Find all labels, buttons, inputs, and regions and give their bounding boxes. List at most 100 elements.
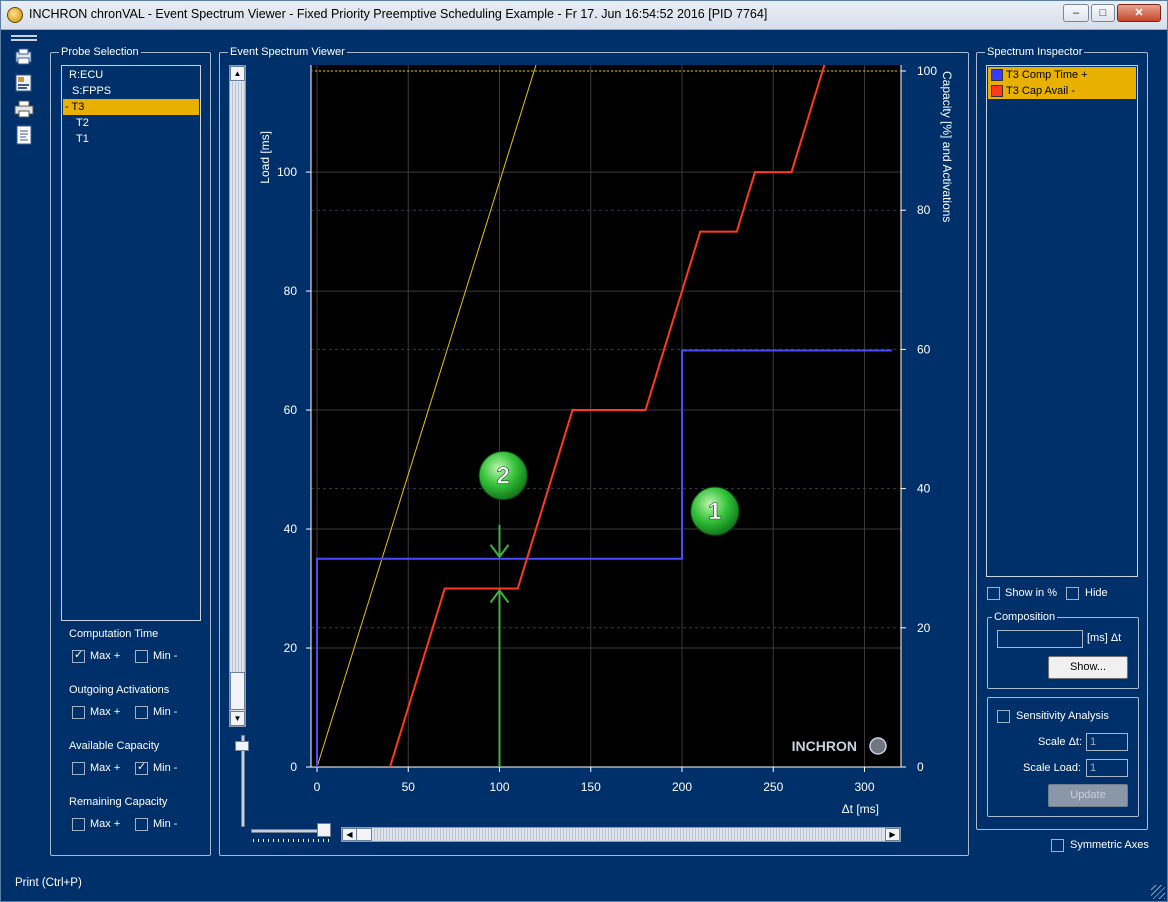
y-right-tick-label: 100 (917, 64, 937, 78)
maximize-button[interactable]: □ (1091, 4, 1115, 22)
outgoing-activations-min-checkbox[interactable] (135, 706, 148, 719)
status-bar-text: Print (Ctrl+P) (15, 877, 82, 889)
y-axis-left-label: Load [ms] (258, 131, 272, 184)
close-button[interactable]: ✕ (1117, 4, 1161, 22)
print-preview-button[interactable] (13, 47, 35, 67)
show-in-percent-label: Show in % (1005, 587, 1057, 599)
series-swatch-icon (991, 85, 1003, 97)
hide-label: Hide (1085, 587, 1108, 599)
report-icon (16, 125, 32, 145)
x-tick-label: 250 (763, 780, 783, 794)
y-left-tick-label: 0 (290, 760, 297, 774)
horizontal-zoom-handle[interactable] (317, 823, 331, 837)
available-capacity-min-checkbox[interactable]: ✓ (135, 761, 148, 775)
scale-dt-label: Scale Δt: (1038, 736, 1083, 748)
computation-time-min-checkbox[interactable] (135, 650, 148, 663)
y-right-tick-label: 60 (917, 342, 931, 356)
computation-time-max-checkbox[interactable]: ✓ (72, 649, 85, 663)
composition-title: Composition (992, 610, 1058, 624)
check-icon: ✓ (74, 649, 84, 661)
scale-dt-input[interactable]: 1 (1086, 733, 1128, 751)
probe-item-t1[interactable]: T1 (63, 131, 199, 147)
outgoing-activations-max-checkbox[interactable] (72, 706, 85, 719)
composition-unit-label: [ms] Δt (1087, 632, 1122, 644)
scale-load-input[interactable]: 1 (1086, 759, 1128, 777)
horizontal-scroll-thumb[interactable] (356, 828, 372, 841)
printer-icon (14, 100, 34, 118)
resize-grip[interactable] (1151, 885, 1165, 899)
x-tick-label: 50 (402, 780, 416, 794)
inspector-item-label: T3 Comp Time + (1006, 69, 1088, 81)
app-window: INCHRON chronVAL - Event Spectrum Viewer… (0, 0, 1168, 902)
inspector-item-comp-time[interactable]: T3 Comp Time + (988, 67, 1136, 83)
show-composition-button[interactable]: Show... (1048, 656, 1128, 679)
show-in-percent-checkbox[interactable] (987, 587, 1000, 600)
remaining-capacity-label: Remaining Capacity (69, 796, 168, 808)
print-button[interactable] (13, 99, 35, 119)
export-button[interactable] (13, 73, 35, 93)
computation-time-max-label: Max + (90, 650, 121, 662)
available-capacity-min-label: Min - (153, 762, 178, 774)
inspector-item-cap-avail[interactable]: T3 Cap Avail - (988, 83, 1136, 99)
scroll-left-arrow-icon[interactable]: ◀ (342, 828, 357, 841)
scale-load-label: Scale Load: (1023, 762, 1082, 774)
scroll-right-arrow-icon[interactable]: ▶ (885, 828, 900, 841)
available-capacity-max-checkbox[interactable] (72, 762, 85, 775)
x-tick-label: 300 (854, 780, 874, 794)
title-bar: INCHRON chronVAL - Event Spectrum Viewer… (1, 1, 1167, 30)
inspector-list[interactable]: T3 Comp Time + T3 Cap Avail - (986, 65, 1138, 577)
y-left-tick-label: 100 (277, 165, 297, 179)
vertical-scroll-thumb[interactable] (230, 672, 245, 710)
scroll-up-arrow-icon[interactable]: ▲ (230, 66, 245, 81)
y-left-tick-label: 20 (284, 641, 298, 655)
composition-input[interactable] (997, 630, 1083, 648)
probe-selection-title: Probe Selection (59, 45, 141, 59)
plot-area (311, 65, 901, 767)
check-icon: ✓ (137, 761, 147, 773)
probe-item-t2[interactable]: T2 (63, 115, 199, 131)
inspector-item-label: T3 Cap Avail - (1006, 85, 1075, 97)
app-logo-icon (7, 7, 23, 23)
export-icon (15, 74, 32, 92)
probe-item-t3[interactable]: - T3 (63, 99, 199, 115)
scroll-down-arrow-icon[interactable]: ▼ (230, 711, 245, 726)
report-button[interactable] (13, 125, 35, 145)
remaining-capacity-max-label: Max + (90, 818, 121, 830)
x-tick-label: 0 (314, 780, 321, 794)
x-tick-label: 100 (489, 780, 509, 794)
horizontal-scroll-track[interactable] (372, 828, 884, 841)
y-axis-right-label: Capacity [%] and Activations (940, 71, 954, 222)
update-button[interactable]: Update (1048, 784, 1128, 807)
x-tick-label: 200 (672, 780, 692, 794)
y-right-tick-label: 40 (917, 482, 931, 496)
outgoing-activations-label: Outgoing Activations (69, 684, 170, 696)
horizontal-zoom-ticks (253, 839, 329, 842)
window-title: INCHRON chronVAL - Event Spectrum Viewer… (29, 7, 768, 21)
computation-time-label: Computation Time (69, 628, 159, 640)
y-right-tick-label: 20 (917, 621, 931, 635)
hide-checkbox[interactable] (1066, 587, 1079, 600)
print-preview-icon (15, 48, 32, 65)
x-tick-label: 150 (581, 780, 601, 794)
horizontal-scrollbar[interactable]: ◀ ▶ (341, 827, 901, 842)
event-spectrum-viewer-title: Event Spectrum Viewer (228, 45, 347, 59)
remaining-capacity-max-checkbox[interactable] (72, 818, 85, 831)
probe-item-sfpps[interactable]: S:FPPS (63, 83, 199, 99)
available-capacity-max-label: Max + (90, 762, 121, 774)
y-right-tick-label: 80 (917, 203, 931, 217)
vertical-scroll-track[interactable] (230, 82, 245, 672)
y-left-tick-label: 60 (284, 403, 298, 417)
probe-item-recu[interactable]: R:ECU (63, 67, 199, 83)
outgoing-activations-max-label: Max + (90, 706, 121, 718)
y-left-tick-label: 40 (284, 522, 298, 536)
spectrum-inspector-title: Spectrum Inspector (985, 45, 1085, 59)
symmetric-axes-checkbox[interactable] (1051, 839, 1064, 852)
toolbar-grip (11, 35, 37, 41)
sensitivity-analysis-checkbox[interactable] (997, 710, 1010, 723)
probe-list[interactable]: R:ECU S:FPPS - T3 T2 T1 (61, 65, 201, 621)
y-right-tick-label: 0 (917, 760, 924, 774)
sensitivity-analysis-label: Sensitivity Analysis (1016, 710, 1109, 722)
vertical-scrollbar[interactable]: ▲ ▼ (229, 65, 246, 727)
minimize-button[interactable]: – (1063, 4, 1089, 22)
remaining-capacity-min-checkbox[interactable] (135, 818, 148, 831)
